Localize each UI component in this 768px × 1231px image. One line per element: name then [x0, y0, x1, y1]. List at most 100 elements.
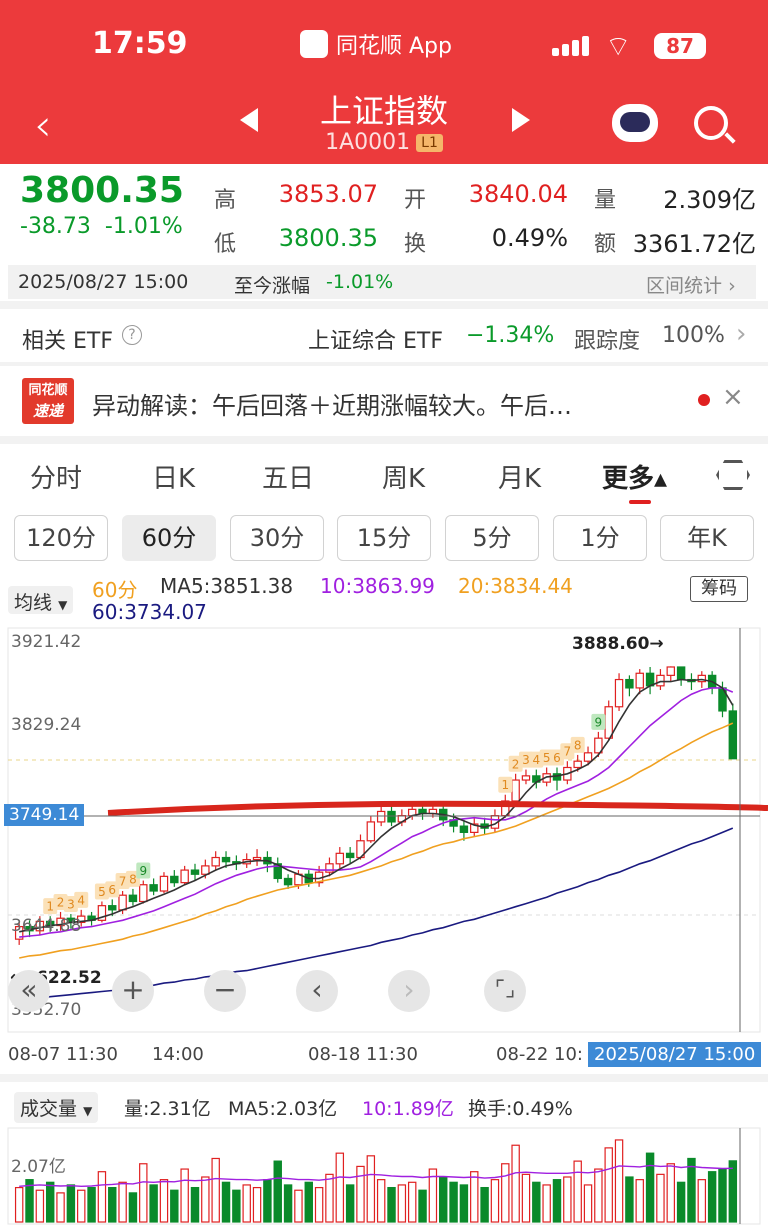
chart-tabs: 分时 日K 五日 周K 月K 更多▴ — [0, 446, 768, 506]
range-stats-label: 区间统计 — [646, 275, 723, 297]
volume-bar — [728, 1160, 738, 1223]
volume-bar — [635, 1179, 644, 1223]
volume-bar — [345, 1184, 355, 1223]
volume-bar — [356, 1165, 365, 1223]
candle-body — [211, 856, 220, 867]
since-label: 至今涨幅 — [234, 275, 311, 297]
period-5m[interactable]: 5分 — [445, 515, 539, 561]
related-etf-row[interactable]: 相关 ETF ? 上证综合 ETF −1.34% 跟踪度 100% › — [0, 309, 768, 363]
news-logo-top: 同花顺 — [28, 383, 68, 398]
volume-ma5: MA5:2.03亿 — [228, 1098, 338, 1120]
volume-selector[interactable]: 成交量 ▼ — [14, 1092, 99, 1123]
period-15m[interactable]: 15分 — [337, 515, 431, 561]
time-bar: 2025/08/27 15:00 至今涨幅 -1.01% 区间统计 › — [8, 265, 756, 299]
period-60m[interactable]: 60分 — [122, 515, 216, 561]
chevron-right-icon: › — [736, 319, 747, 349]
y-tick-2: 3829.24 — [11, 715, 82, 735]
candle-body — [728, 710, 738, 760]
td-mark-label: 7 — [119, 875, 127, 889]
td-mark-label: 5 — [98, 885, 106, 899]
news-banner[interactable]: 同花顺 速递 异动解读：午后回落＋近期涨幅较大。午后… × — [0, 366, 768, 436]
volume-bar — [459, 1184, 469, 1223]
change-pct: -1.01% — [104, 214, 183, 239]
scroll-right-button[interactable]: › — [388, 970, 430, 1012]
scroll-left-button[interactable]: ‹ — [296, 970, 338, 1012]
candle-body — [345, 852, 355, 859]
tab-daily-k[interactable]: 日K — [152, 458, 195, 495]
td-mark-label: 1 — [501, 778, 509, 792]
volume-bar — [501, 1163, 510, 1223]
next-stock-button[interactable] — [512, 108, 530, 132]
kline-chart[interactable]: 1 2 3 45 67 8912 3 4 5 6 7 89 — [0, 620, 768, 1040]
period-year-k[interactable]: 年K — [660, 515, 754, 561]
volume-bar — [645, 1152, 655, 1223]
td-mark-label: 3 — [67, 898, 75, 912]
candle-body — [573, 760, 582, 769]
assistant-robot-icon[interactable] — [612, 104, 658, 142]
etf-name: 上证综合 ETF — [308, 329, 443, 354]
candle-body — [376, 810, 386, 823]
close-icon[interactable]: × — [722, 382, 744, 412]
candle-body — [118, 894, 127, 911]
td-mark-label: 6 — [108, 883, 116, 897]
help-icon[interactable]: ? — [122, 325, 142, 345]
period-30m[interactable]: 30分 — [230, 515, 324, 561]
candle-body — [159, 875, 169, 892]
volume-bar — [242, 1184, 251, 1223]
news-text: 异动解读：午后回落＋近期涨幅较大。午后… — [92, 392, 572, 420]
candle-body — [252, 856, 262, 861]
tab-intraday[interactable]: 分时 — [30, 458, 82, 495]
volume-bar — [201, 1176, 210, 1223]
amount-value: 3361.72亿 — [632, 230, 756, 258]
fullscreen-button[interactable]: ⌜⌟ — [484, 970, 526, 1012]
zoom-in-button[interactable]: + — [112, 970, 154, 1012]
candle-body — [387, 810, 396, 823]
zoom-out-button[interactable]: − — [204, 970, 246, 1012]
ma-selector-label: 均线 — [14, 592, 53, 614]
volume-bar — [314, 1186, 324, 1223]
td-mark-label: 5 — [543, 751, 551, 765]
volume-bar — [325, 1173, 334, 1223]
period-1m[interactable]: 1分 — [553, 515, 647, 561]
scroll-left-fast-button[interactable]: « — [8, 970, 50, 1012]
td-mark-label: 4 — [532, 753, 540, 767]
range-stats-link[interactable]: 区间统计 › — [646, 271, 736, 298]
volume-header: 成交量 ▼ 量:2.31亿 MA5:2.03亿 10:1.89亿 换手:0.49… — [0, 1090, 768, 1126]
ma-selector[interactable]: 均线 ▼ — [8, 586, 74, 614]
volume-bar — [687, 1157, 696, 1223]
tab-more[interactable]: 更多▴ — [602, 458, 667, 495]
candle-body — [139, 884, 148, 903]
volume-bar — [128, 1192, 138, 1223]
candle-body — [190, 869, 200, 875]
volume-bar — [139, 1163, 148, 1223]
track-label: 跟踪度 — [574, 329, 641, 354]
tab-five-day[interactable]: 五日 — [262, 458, 314, 495]
candle-body — [366, 821, 376, 842]
td-mark-label: 3 — [522, 753, 530, 767]
volume-bar — [397, 1184, 407, 1223]
volume-bar — [211, 1157, 220, 1223]
volume-bar — [604, 1147, 613, 1223]
active-tab-indicator — [629, 500, 651, 504]
td-mark-label: 9 — [139, 864, 147, 878]
volume-bar — [666, 1163, 675, 1223]
candle-body — [170, 875, 179, 884]
volume-chart[interactable] — [0, 1126, 768, 1226]
news-logo: 同花顺 速递 — [22, 378, 74, 424]
tab-weekly-k[interactable]: 周K — [382, 458, 425, 495]
period-120m[interactable]: 120分 — [14, 515, 108, 561]
x-tick-3: 08-18 11:30 — [308, 1044, 418, 1065]
divider — [0, 436, 768, 444]
tab-monthly-k[interactable]: 月K — [498, 458, 541, 495]
wifi-icon: ⌔ — [605, 30, 632, 63]
td-mark-label: 8 — [129, 872, 137, 886]
volume-bar — [159, 1179, 169, 1223]
volume-bar — [304, 1181, 313, 1223]
volume-selector-label: 成交量 — [20, 1098, 78, 1120]
x-tick-1: 08-07 11:30 — [8, 1044, 118, 1065]
chips-button[interactable]: 筹码 — [690, 576, 748, 602]
unread-dot-icon — [698, 394, 710, 406]
news-logo-bottom: 速递 — [32, 402, 63, 420]
search-icon[interactable] — [694, 106, 728, 140]
volume-bar — [87, 1186, 96, 1223]
